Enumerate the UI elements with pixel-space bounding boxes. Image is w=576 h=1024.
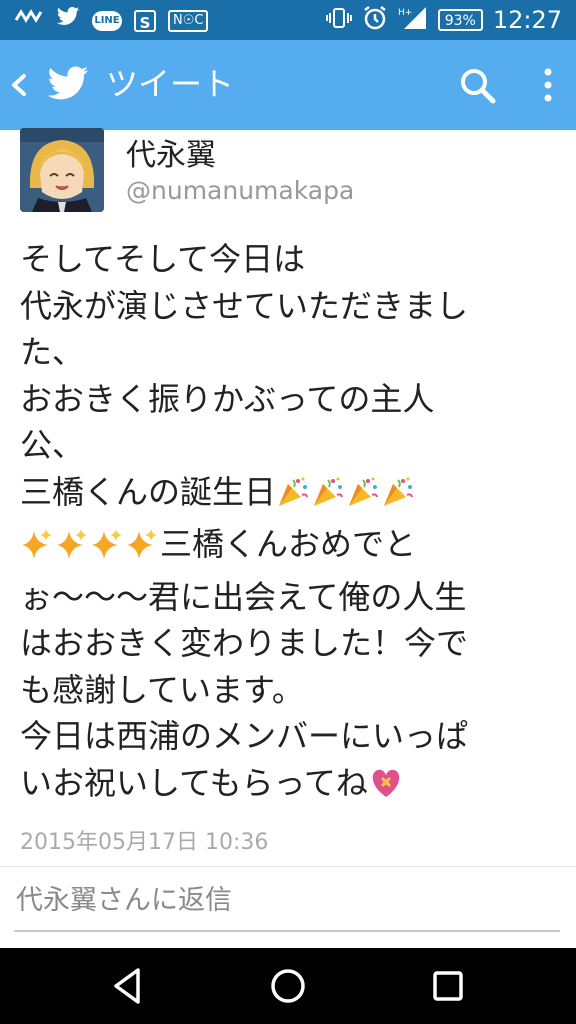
line-app-icon: LINE <box>92 10 122 31</box>
battery-indicator: 93% <box>437 9 483 31</box>
tweet-line: 公、 <box>20 426 85 464</box>
tweet-line-text: 三橋くんおめでと <box>160 525 417 563</box>
author-handle[interactable]: @numanumakapa <box>126 176 354 205</box>
avatar[interactable] <box>20 128 104 212</box>
sparkles-icon <box>90 527 124 574</box>
tweet-line: ぉ〜〜〜君に出会えて俺の人生 <box>20 577 467 616</box>
twitter-logo-icon <box>46 64 90 104</box>
clock: 12:27 <box>492 6 562 34</box>
s-app-icon: S <box>134 9 156 32</box>
page-title: ツイート <box>106 65 235 103</box>
signal-icon: H+ <box>398 5 428 35</box>
tweet-timestamp: 2015年05月17日 10:36 <box>20 830 269 855</box>
tweet-line: はおおきく変わりました！今で <box>20 624 469 662</box>
back-button[interactable] <box>8 66 30 112</box>
more-options-icon[interactable] <box>536 66 560 106</box>
wave-icon <box>14 6 44 35</box>
party-popper-icon <box>311 475 345 522</box>
home-nav-icon[interactable] <box>264 962 312 1010</box>
tweet-text: そしてそして今日は 代永が演じさせていただきまし た、 おおきく振りかぶっての主… <box>20 236 560 812</box>
tweet-line: そしてそして今日は <box>20 240 306 278</box>
tweet-line-with-emoji: 三橋くんおめでと <box>20 521 560 574</box>
search-icon[interactable] <box>458 66 498 106</box>
nfc-icon: N☉C <box>168 9 209 32</box>
sparkles-icon <box>125 527 159 574</box>
tweet-line: も感謝しています。 <box>20 670 304 709</box>
navigation-bar <box>0 948 576 1024</box>
tweet-line-text: いお祝いしてもらってね <box>20 763 368 802</box>
tweet-line: おおきく振りかぶっての主人 <box>20 379 435 418</box>
party-popper-icon <box>346 475 380 522</box>
divider <box>0 866 576 867</box>
recent-apps-nav-icon[interactable] <box>424 962 472 1010</box>
svg-text:H+: H+ <box>398 8 412 18</box>
notification-icons: LINE S N☉C <box>14 6 209 35</box>
tweet-line: 今日は西浦のメンバーにいっぱ <box>20 717 469 755</box>
tweet-line: 代永が演じさせていただきまし <box>20 286 469 325</box>
heart-ribbon-icon <box>368 766 404 813</box>
twitter-bird-icon <box>56 6 80 35</box>
tweet-line: た、 <box>20 333 85 371</box>
author-name[interactable]: 代永翼 <box>126 130 216 174</box>
tweet-line-with-emoji: 三橋くんの誕生日 <box>20 469 560 522</box>
back-nav-icon[interactable] <box>104 962 152 1010</box>
party-popper-icon <box>276 475 310 522</box>
system-icons: H+ 93% 12:27 <box>325 5 562 35</box>
party-popper-icon <box>381 475 415 522</box>
app-bar: ツイート <box>0 40 576 130</box>
vibrate-icon <box>325 7 352 33</box>
sparkles-icon <box>55 527 89 574</box>
tweet-line-text: 三橋くんの誕生日 <box>20 472 277 511</box>
reply-input[interactable]: 代永翼さんに返信 <box>14 880 560 932</box>
alarm-icon <box>362 5 388 35</box>
tweet-line-with-emoji: いお祝いしてもらってね <box>20 760 560 813</box>
status-bar: LINE S N☉C H+ 93% 12:27 <box>0 0 576 40</box>
sparkles-icon <box>20 527 54 574</box>
